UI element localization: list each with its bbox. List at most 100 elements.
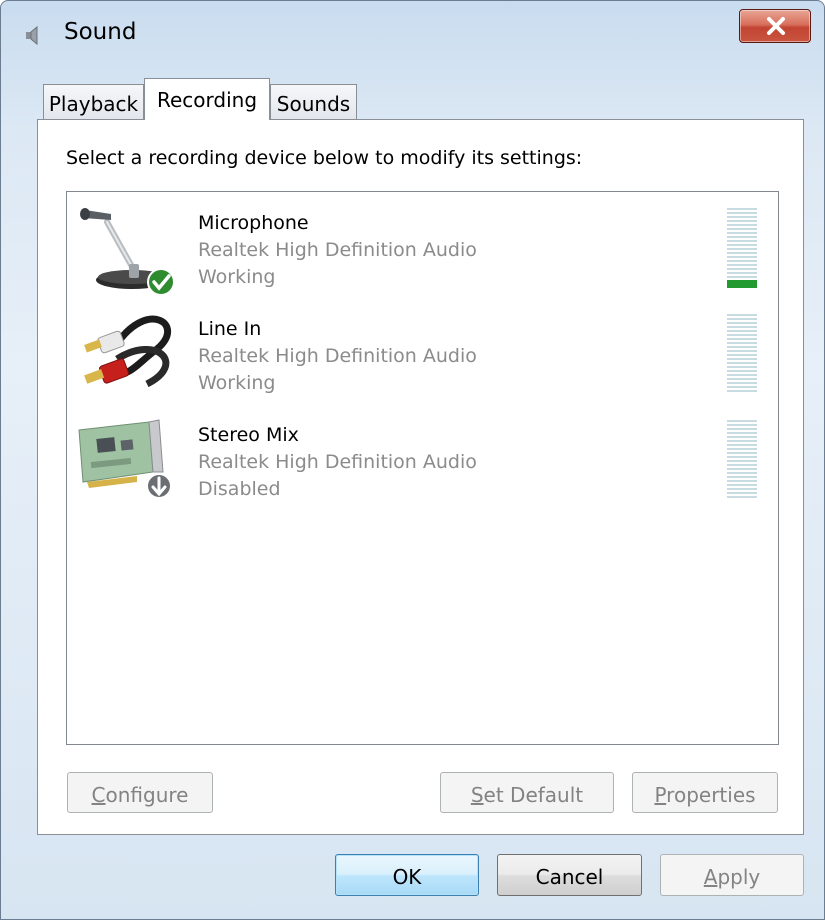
level-meter-segment [727,484,757,486]
tab-playback[interactable]: Playback [43,84,144,120]
apply-label: pply [717,865,761,889]
device-row-stereo-mix[interactable]: Stereo Mix Realtek High Definition Audio… [67,404,778,510]
tab-recording-label: Recording [156,88,258,112]
level-meter-segment [727,236,757,238]
level-meter-segment [727,420,757,422]
close-icon [767,17,785,35]
level-meter [727,420,757,500]
level-meter-segment [727,216,757,218]
apply-accelerator: A [703,865,718,889]
device-row-line-in[interactable]: Line In Realtek High Definition Audio Wo… [67,298,778,404]
level-meter-segment [727,374,757,376]
level-meter-segment [727,322,757,324]
level-meter-segment [727,342,757,344]
level-meter-segment [727,440,757,442]
configure-accelerator: C [91,783,106,807]
level-meter-segment [727,390,757,392]
level-meter-segment [727,424,757,426]
properties-button[interactable]: Properties [632,772,778,813]
level-meter-segment [727,346,757,348]
instructions-text: Select a recording device below to modif… [66,147,583,169]
level-meter-segment [727,386,757,388]
level-meter-segment [727,432,757,434]
level-meter-segment [727,460,757,462]
device-name: Stereo Mix [198,424,299,446]
properties-label: roperties [666,783,756,807]
level-meter-segment [727,350,757,352]
ok-label: OK [392,865,422,889]
tab-recording[interactable]: Recording [144,78,270,120]
configure-label: onfigure [105,783,189,807]
device-name: Line In [198,318,262,340]
level-meter-segment [727,468,757,470]
level-meter-segment [727,314,757,316]
level-meter-segment [727,362,757,364]
level-meter-segment [727,382,757,384]
level-meter-segment [727,334,757,336]
set-default-button[interactable]: Set Default [440,772,614,813]
device-driver: Realtek High Definition Audio [198,345,477,367]
level-meter-segment [727,264,757,266]
properties-accelerator: P [654,783,667,807]
level-meter-segment [727,358,757,360]
level-meter-segment [727,378,757,380]
close-button[interactable] [739,9,811,43]
cancel-button[interactable]: Cancel [497,854,642,896]
level-meter-segment [727,444,757,446]
device-driver: Realtek High Definition Audio [198,451,477,473]
level-meter-segment [727,428,757,430]
level-meter [727,314,757,394]
level-meter-segment [727,260,757,262]
level-meter-segment [727,464,757,466]
recording-device-list[interactable]: Microphone Realtek High Definition Audio… [66,191,779,745]
level-meter-segment [727,452,757,454]
level-meter-segment [727,318,757,320]
level-meter-segment [727,326,757,328]
level-meter-segment [727,476,757,478]
level-meter-segment [727,220,757,222]
window-title: Sound [64,19,137,45]
level-meter-segment [727,436,757,438]
configure-button[interactable]: Configure [67,772,213,813]
level-meter-segment [727,252,757,254]
level-meter-segment [727,456,757,458]
set-default-label: et Default [483,783,584,807]
sound-card-icon [78,419,172,499]
level-meter-segment [727,496,757,498]
device-row-microphone[interactable]: Microphone Realtek High Definition Audio… [67,192,778,298]
tab-sounds-label: Sounds [276,92,351,116]
level-meter-segment [727,338,757,340]
level-meter-segment [727,276,757,278]
level-meter-segment [727,480,757,482]
level-meter-segment [727,448,757,450]
level-meter-segment [727,212,757,214]
level-meter-segment [727,232,757,234]
device-name: Microphone [198,212,309,234]
device-status: Disabled [198,478,281,500]
ok-button[interactable]: OK [335,854,479,896]
sound-dialog-window: Sound Playback Recording Sounds Select a… [0,0,825,920]
level-meter-segment [727,472,757,474]
level-meter-segment [727,224,757,226]
level-meter-segment [727,330,757,332]
level-meter-segment [727,488,757,490]
level-meter-segment [727,370,757,372]
tab-sounds[interactable]: Sounds [270,84,357,120]
title-bar[interactable]: Sound [1,1,824,63]
apply-button[interactable]: Apply [660,854,804,896]
level-meter-segment [727,228,757,230]
level-meter-segment [727,272,757,274]
level-meter-segment [727,268,757,270]
level-meter [727,208,757,288]
level-meter-segment [727,492,757,494]
microphone-icon [80,208,175,296]
tab-playback-label: Playback [48,92,139,116]
speaker-icon [26,25,38,46]
level-meter-segment [727,208,757,210]
device-status: Working [198,266,276,288]
cancel-label: Cancel [535,865,604,889]
level-meter-segment [727,354,757,356]
set-default-accelerator: S [470,783,484,807]
level-meter-segment [727,366,757,368]
device-status: Working [198,372,276,394]
